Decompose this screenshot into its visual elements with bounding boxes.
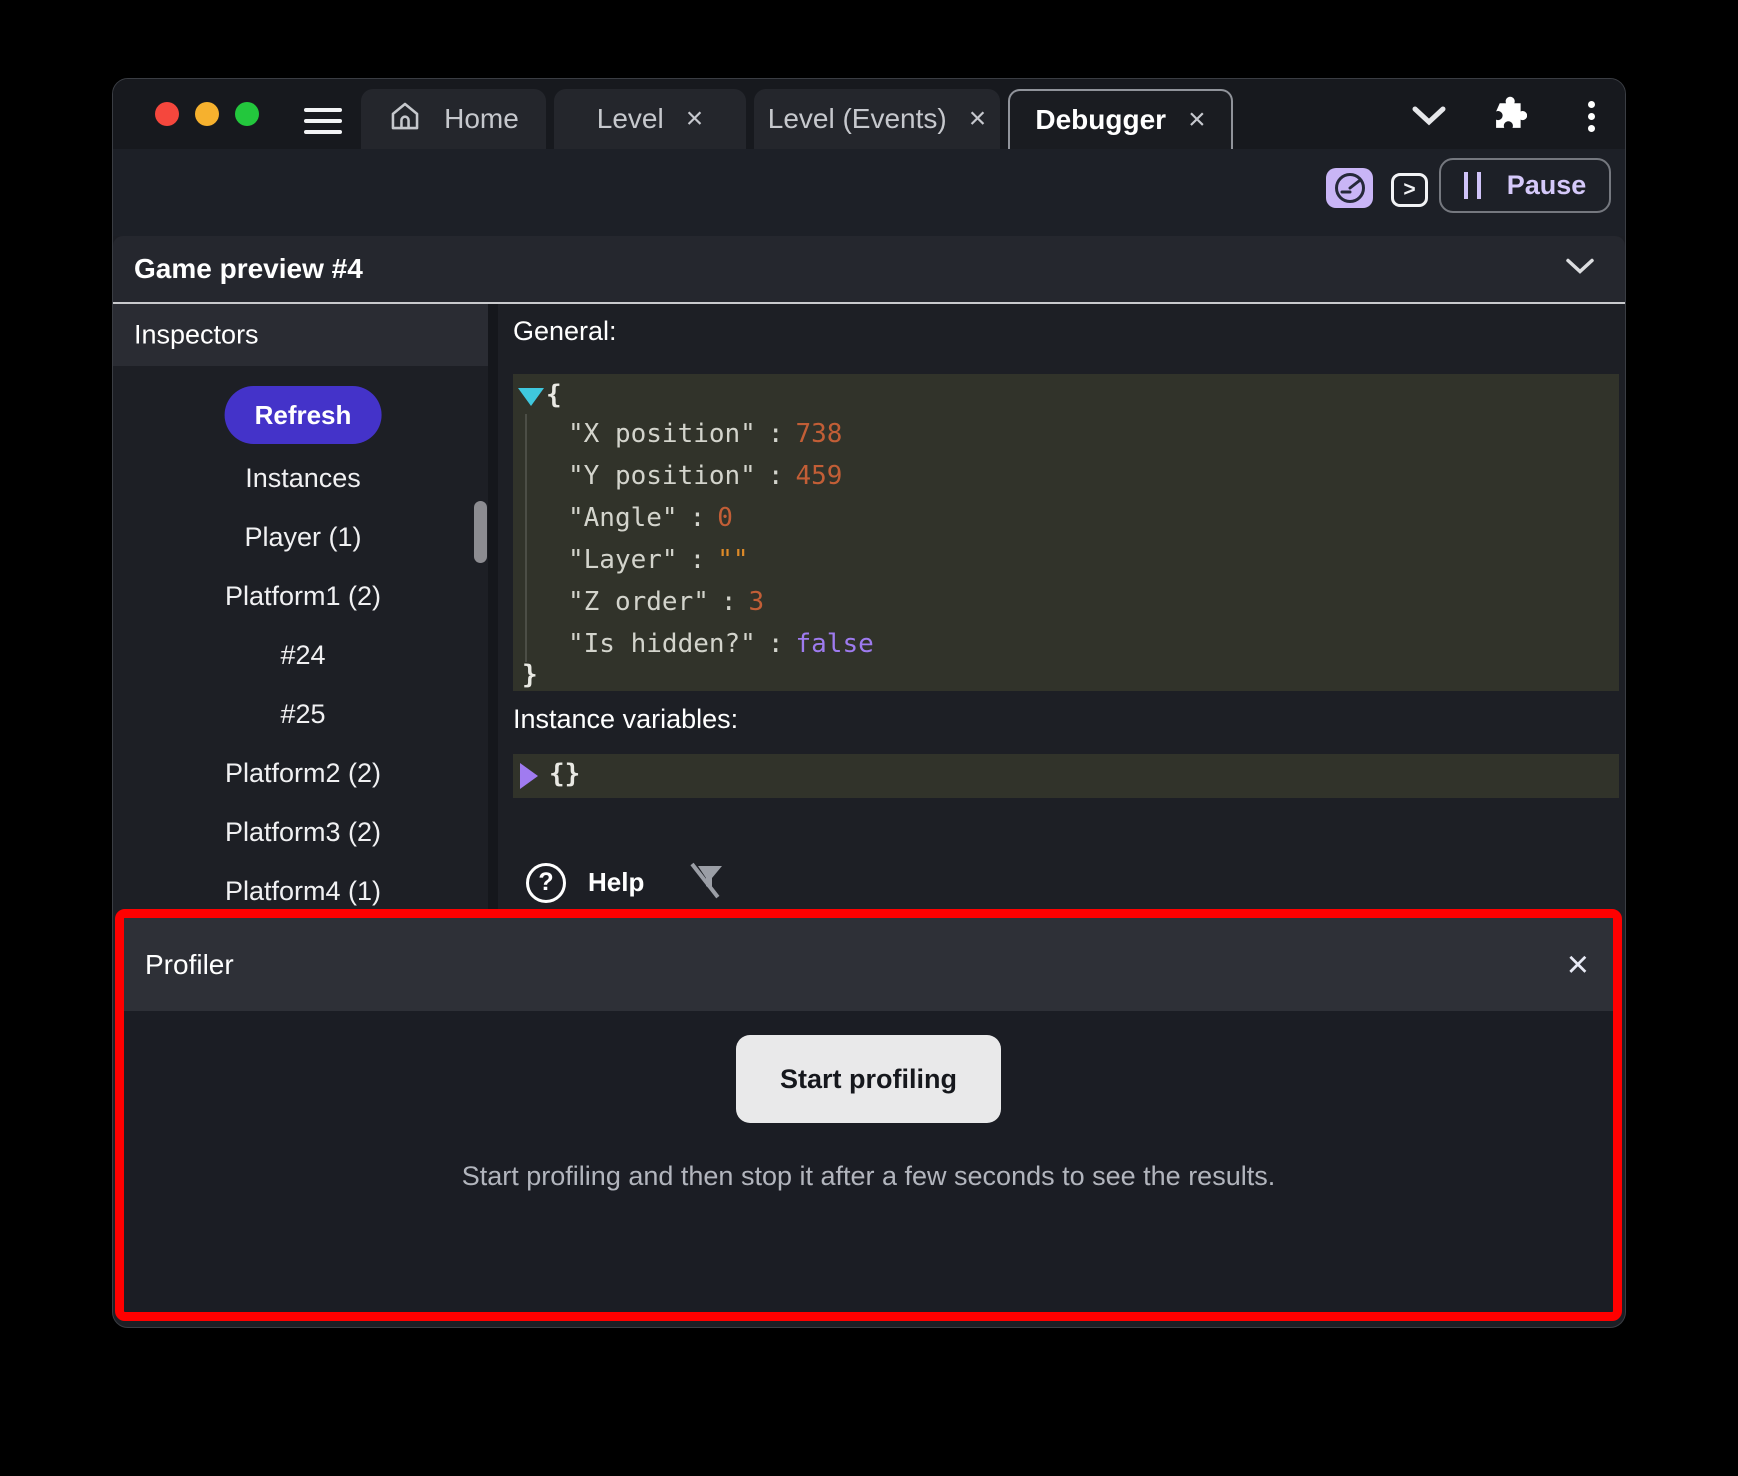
debugger-toolbar: > Pause [113, 149, 1625, 236]
json-close-brace: } [522, 660, 538, 690]
kebab-menu-icon[interactable] [1569, 94, 1613, 138]
tree-item-player[interactable]: Player (1) [113, 508, 493, 567]
title-bar: Home Level × Level (Events) × Debugger × [113, 79, 1625, 149]
start-profiling-button[interactable]: Start profiling [736, 1035, 1001, 1123]
tree-item-platform1[interactable]: Platform1 (2) [113, 567, 493, 626]
json-key: "Y position" [568, 461, 756, 491]
json-property-row: "Y position":459 [568, 455, 874, 497]
profiler-title: Profiler [145, 949, 234, 981]
collapse-triangle-icon[interactable] [518, 388, 544, 406]
json-property-row: "X position":738 [568, 413, 874, 455]
refresh-button[interactable]: Refresh [225, 386, 382, 444]
tree-item-platform4[interactable]: Platform4 (1) [113, 862, 493, 909]
tree-item-platform2[interactable]: Platform2 (2) [113, 744, 493, 803]
instance-variables-view: {} [513, 754, 1619, 798]
json-key: "Is hidden?" [568, 629, 756, 659]
inspectors-title: Inspectors [134, 320, 259, 351]
tree-guide-line [525, 414, 527, 662]
profiler-header: Profiler × [124, 918, 1613, 1011]
json-key: "Angle" [568, 503, 678, 533]
json-key: "Z order" [568, 587, 709, 617]
json-value: 738 [796, 419, 843, 449]
help-row: ? Help [526, 860, 724, 905]
json-value: false [796, 629, 874, 659]
general-json-view: { "X position":738 "Y position":459 "Ang… [513, 374, 1619, 691]
console-icon-button[interactable]: > [1391, 173, 1428, 207]
extensions-puzzle-icon[interactable] [1485, 94, 1529, 138]
tree-item-24[interactable]: #24 [113, 626, 493, 685]
inspectors-sidebar: Inspectors Refresh Instances Player (1) … [113, 304, 493, 909]
game-preview-title: Game preview #4 [134, 253, 363, 285]
json-rows: "X position":738 "Y position":459 "Angle… [568, 413, 874, 665]
tree-item-25[interactable]: #25 [113, 685, 493, 744]
pause-button[interactable]: Pause [1439, 158, 1611, 213]
tree-item-platform3[interactable]: Platform3 (2) [113, 803, 493, 862]
chevron-down-icon[interactable] [1565, 258, 1595, 281]
sidebar-divider [488, 304, 498, 909]
expand-triangle-icon[interactable] [520, 763, 538, 789]
general-section-label: General: [513, 316, 617, 347]
json-property-row: "Z order":3 [568, 581, 874, 623]
json-open-brace: { [546, 380, 562, 410]
tree-item-instances[interactable]: Instances [113, 449, 493, 508]
profiler-gauge-icon-button[interactable] [1326, 168, 1373, 208]
json-key: "X position" [568, 419, 756, 449]
json-value: 459 [796, 461, 843, 491]
json-property-row: "Layer":"" [568, 539, 874, 581]
profiler-panel: Profiler × Start profiling Start profili… [115, 909, 1622, 1321]
pause-icon [1464, 172, 1481, 199]
json-property-row: "Angle":0 [568, 497, 874, 539]
inspector-panel: General: { "X position":738 "Y position"… [498, 304, 1625, 909]
json-value: "" [717, 545, 748, 575]
help-question-icon[interactable]: ? [526, 863, 566, 903]
game-preview-header[interactable]: Game preview #4 [113, 236, 1625, 304]
filter-off-icon[interactable] [688, 860, 724, 905]
variables-value: {} [549, 759, 580, 789]
instances-tree: Instances Player (1) Platform1 (2) #24 #… [113, 449, 493, 909]
profiler-body: Start profiling Start profiling and then… [124, 1011, 1613, 1192]
sidebar-scrollbar-thumb[interactable] [474, 501, 487, 563]
json-property-row: "Is hidden?":false [568, 623, 874, 665]
debugger-content: Inspectors Refresh Instances Player (1) … [113, 304, 1625, 909]
json-value: 0 [717, 503, 733, 533]
instance-variables-label: Instance variables: [513, 704, 738, 735]
close-icon[interactable]: × [1567, 946, 1589, 984]
inspectors-header: Inspectors [113, 304, 493, 366]
screenshot-canvas: Home Level × Level (Events) × Debugger × [0, 0, 1738, 1476]
pause-label: Pause [1507, 170, 1587, 201]
titlebar-actions [113, 79, 1625, 149]
app-window: Home Level × Level (Events) × Debugger × [112, 78, 1626, 1328]
profiler-description: Start profiling and then stop it after a… [124, 1161, 1613, 1192]
json-key: "Layer" [568, 545, 678, 575]
help-label: Help [588, 867, 644, 898]
chevron-down-icon[interactable] [1407, 94, 1451, 138]
json-value: 3 [749, 587, 765, 617]
